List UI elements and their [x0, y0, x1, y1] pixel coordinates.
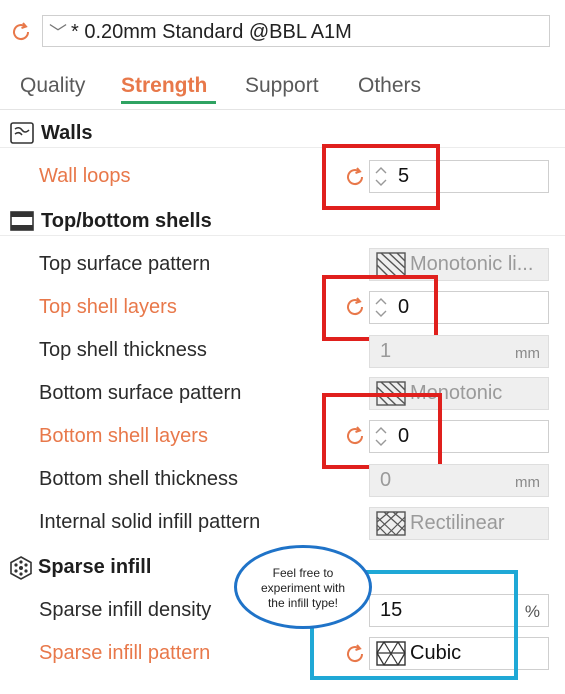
bottom-shell-thickness-label: Bottom shell thickness: [39, 468, 238, 490]
tab-others[interactable]: Others: [358, 74, 421, 98]
red-highlight-box: [322, 393, 442, 469]
top-shell-thickness-label: Top shell thickness: [39, 339, 207, 361]
sparse-infill-density-unit: %: [524, 602, 540, 621]
tab-divider: [0, 109, 565, 110]
preset-dropdown[interactable]: ﹀ * 0.20mm Standard @BBL A1M: [42, 15, 550, 47]
top-surface-pattern-label: Top surface pattern: [39, 253, 211, 275]
bottom-shell-thickness-unit: mm: [515, 474, 540, 491]
internal-solid-infill-pattern-select[interactable]: Rectilinear: [369, 507, 549, 540]
sparse-infill-pattern-label: Sparse infill pattern: [39, 642, 211, 664]
sparse-infill-density-label: Sparse infill density: [39, 599, 212, 621]
pattern-icon: [376, 511, 406, 536]
section-top-bottom-title: Top/bottom shells: [41, 210, 212, 232]
internal-solid-infill-pattern-label: Internal solid infill pattern: [39, 511, 261, 533]
internal-solid-infill-pattern-value: Rectilinear: [410, 512, 505, 534]
red-highlight-box: [322, 275, 438, 341]
annotation-line: experiment with: [260, 581, 346, 595]
top-shell-thickness-unit: mm: [515, 345, 540, 362]
annotation-bubble: Feel free to experiment with the infill …: [234, 545, 372, 629]
section-sparse-title: Sparse infill: [38, 556, 152, 578]
bottom-shell-thickness-value: 0: [380, 469, 392, 491]
annotation-line: Feel free to: [272, 566, 334, 580]
section-divider: [0, 235, 565, 236]
top-shell-thickness-value: 1: [380, 340, 392, 362]
tab-quality[interactable]: Quality: [20, 74, 85, 98]
top-shell-layers-label: Top shell layers: [39, 296, 177, 318]
red-highlight-box: [322, 144, 440, 210]
preset-reset-icon[interactable]: [9, 20, 33, 44]
wall-loops-label: Wall loops: [39, 165, 131, 187]
shells-icon: [10, 211, 34, 231]
pattern-icon: [376, 252, 406, 277]
section-divider: [0, 147, 565, 148]
bottom-surface-pattern-label: Bottom surface pattern: [39, 382, 242, 404]
bottom-shell-thickness-input[interactable]: 0 mm: [369, 464, 549, 497]
chevron-down-icon: ﹀: [49, 23, 67, 43]
section-walls-title: Walls: [41, 122, 93, 144]
top-surface-pattern-value: Monotonic li...: [410, 253, 534, 275]
active-tab-underline: [121, 101, 216, 104]
sparse-infill-icon: [10, 556, 32, 580]
preset-name: * 0.20mm Standard @BBL A1M: [71, 21, 352, 43]
top-shell-thickness-input[interactable]: 1 mm: [369, 335, 549, 368]
walls-icon: [10, 122, 34, 144]
annotation-line: the infill type!: [267, 596, 339, 610]
tab-strength[interactable]: Strength: [121, 74, 207, 98]
bottom-shell-layers-label: Bottom shell layers: [39, 425, 208, 447]
tab-support[interactable]: Support: [245, 74, 319, 98]
